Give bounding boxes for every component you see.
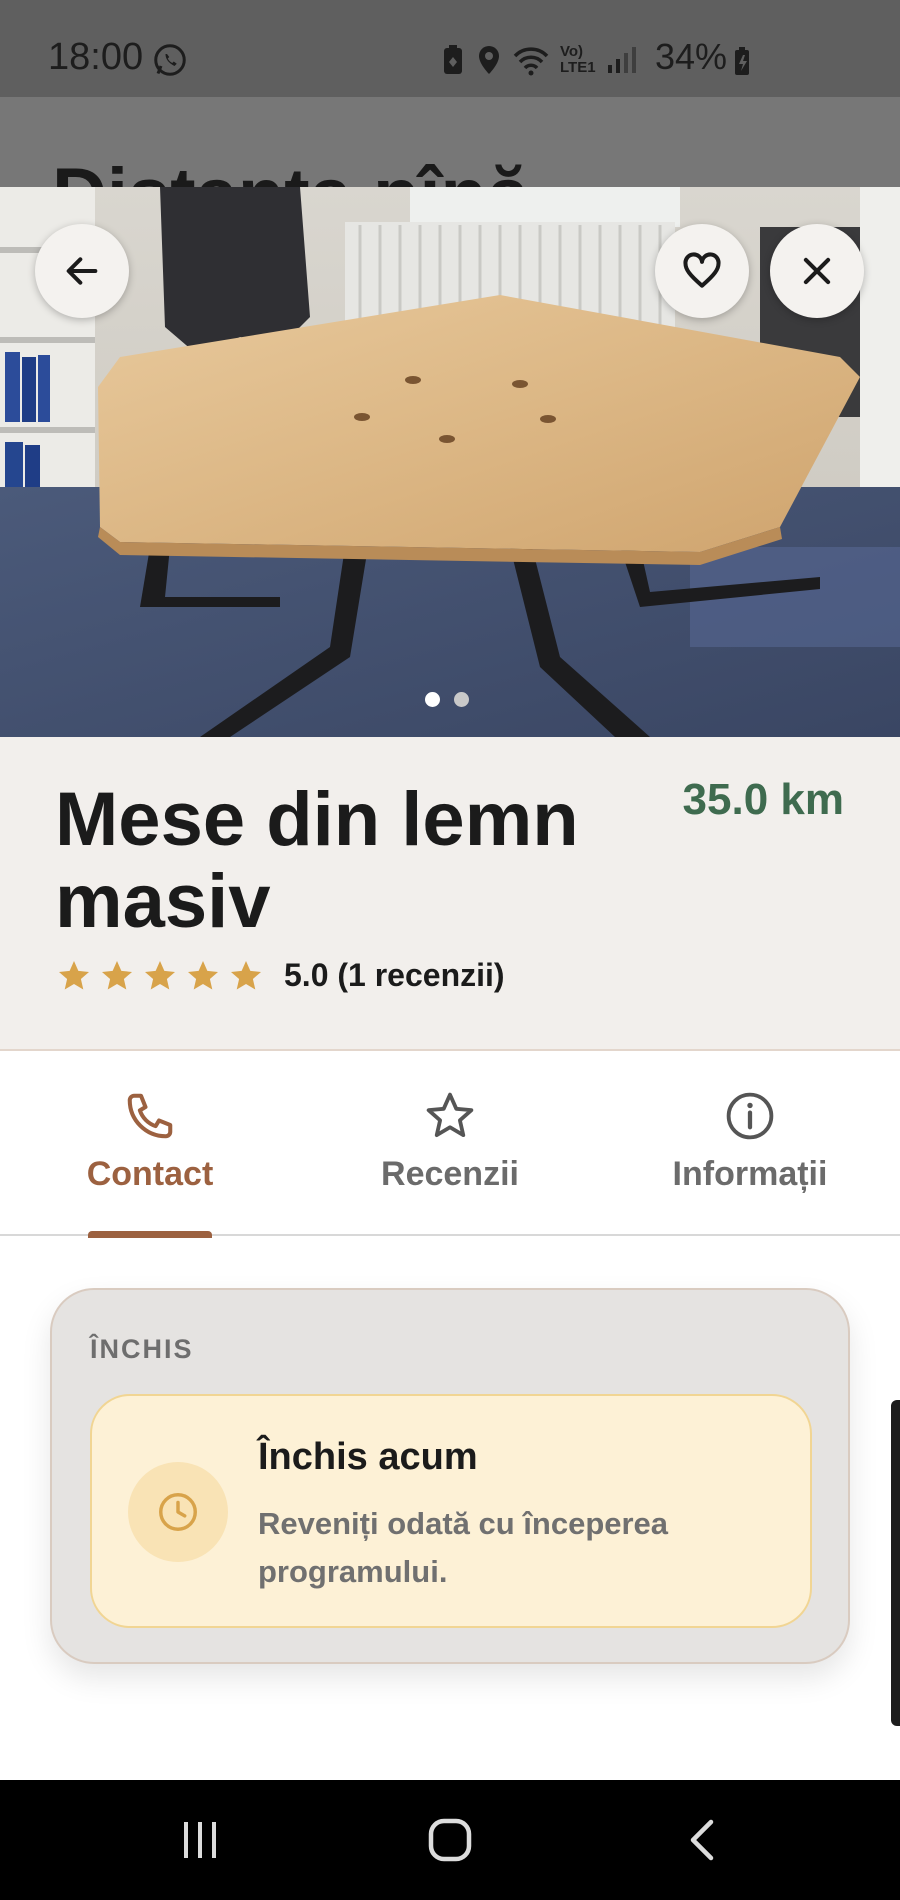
star-filled-icon (188, 960, 218, 989)
recent-apps-button[interactable] (165, 1810, 235, 1870)
rating-summary: 5.0 (1 recenzii) (284, 957, 505, 993)
back-button[interactable] (35, 224, 129, 318)
hours-status-label: ÎNCHIS (90, 1334, 194, 1364)
rating-stars (56, 958, 264, 994)
contact-tab-content: ÎNCHIS Închis acum Reveniți odată cu înc… (0, 1238, 900, 1780)
battery-saver-icon (444, 45, 462, 74)
home-icon (428, 1818, 472, 1862)
phone-icon (127, 1093, 173, 1139)
clock-badge (128, 1462, 228, 1562)
tab-contact-label: Contact (86, 1155, 214, 1193)
listing-photo[interactable] (0, 187, 900, 737)
info-icon (726, 1092, 774, 1140)
whatsapp-icon (154, 44, 186, 76)
detail-tabs: Contact Recenzii Informații (0, 1051, 900, 1238)
arrow-left-icon (66, 257, 98, 285)
edge-panel-handle[interactable] (891, 1400, 900, 1726)
active-tab-indicator (88, 1231, 212, 1238)
back-icon (690, 1819, 714, 1861)
tab-recenzii-label: Recenzii (381, 1155, 519, 1193)
status-time: 18:00 (48, 36, 144, 78)
pager-dot-active[interactable] (425, 692, 440, 707)
opening-hours-card: ÎNCHIS Închis acum Reveniți odată cu înc… (50, 1288, 850, 1664)
favorite-button[interactable] (655, 224, 749, 318)
listing-title: Mese din lemn masiv (55, 777, 579, 944)
tab-informatii[interactable]: Informații (600, 1051, 900, 1236)
pager-dot[interactable] (454, 692, 469, 707)
heart-icon (683, 252, 721, 288)
tab-contact[interactable]: Contact (0, 1051, 300, 1238)
image-pager-dots (425, 692, 469, 707)
closed-notice: Închis acum Reveniți odată cu începerea … (90, 1394, 812, 1628)
tab-recenzii[interactable]: Recenzii (300, 1051, 600, 1236)
status-bar: 18:00 Vo) LTE1 34% (0, 0, 900, 97)
close-icon (803, 257, 831, 285)
wifi-icon (513, 47, 549, 76)
location-icon (479, 46, 499, 74)
clock-icon (159, 1493, 197, 1531)
system-nav-bar (0, 1780, 900, 1900)
listing-distance: 35.0 km (682, 775, 844, 824)
rating-row: 5.0 (1 recenzii) (56, 957, 505, 994)
recent-apps-icon (184, 1822, 216, 1858)
wooden-table-photo (0, 187, 900, 737)
star-outline-icon (426, 1092, 474, 1138)
star-filled-icon (231, 960, 261, 989)
star-filled-icon (59, 960, 89, 989)
volte-label: Vo) LTE1 (560, 43, 596, 76)
home-button[interactable] (415, 1810, 485, 1870)
star-filled-icon (102, 960, 132, 989)
background-page-title: Distanța pînă (52, 152, 529, 187)
status-icons: Vo) LTE1 (440, 40, 638, 80)
closed-description: Reveniți odată cu începerea programului. (258, 1506, 669, 1589)
close-button[interactable] (770, 224, 864, 318)
tab-informatii-label: Informații (672, 1155, 828, 1193)
back-nav-button[interactable] (668, 1810, 738, 1870)
battery-icon (735, 47, 749, 75)
listing-info: Mese din lemn masiv 35.0 km 5.0 (1 recen… (0, 737, 900, 1051)
star-filled-icon (145, 960, 175, 989)
signal-icon (608, 47, 636, 73)
background-page-header: Distanța pînă (0, 97, 900, 187)
battery-percent: 34% (655, 36, 728, 77)
closed-title: Închis acum (258, 1436, 478, 1478)
